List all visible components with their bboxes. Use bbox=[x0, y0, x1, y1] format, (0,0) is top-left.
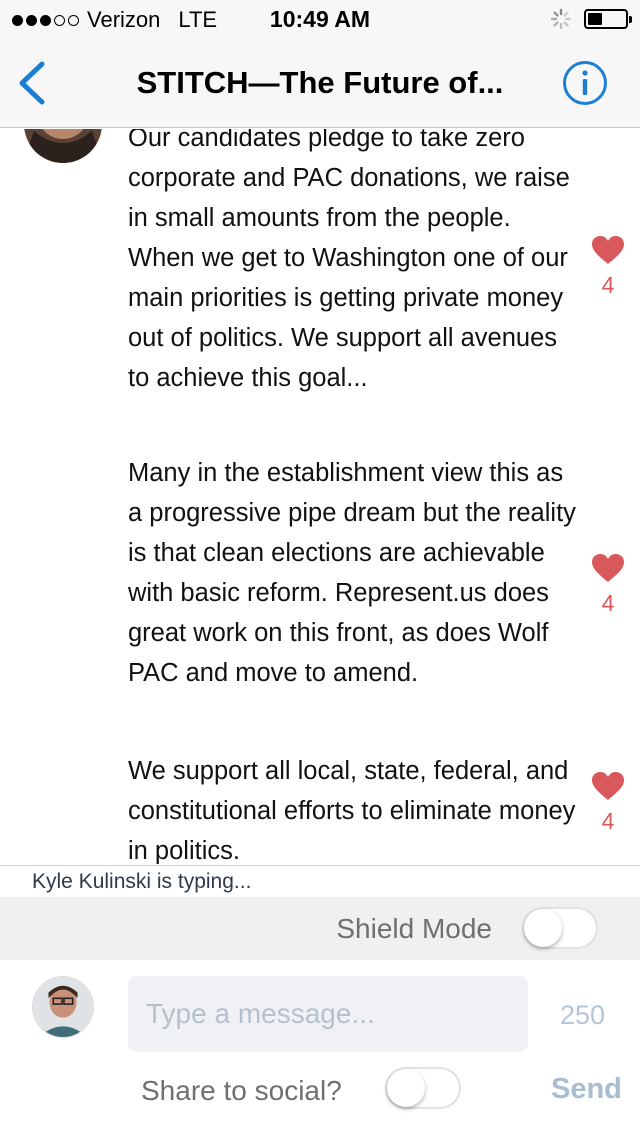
message-list[interactable]: Our candidates pledge to take zero corpo… bbox=[0, 129, 640, 864]
heart-icon bbox=[592, 236, 624, 264]
like-button-3[interactable]: 4 bbox=[590, 771, 626, 835]
typing-indicator: Kyle Kulinski is typing... bbox=[32, 870, 252, 893]
message-input[interactable] bbox=[128, 976, 528, 1052]
send-button[interactable]: Send bbox=[551, 1073, 622, 1106]
message-composer: 250 Share to social? Send bbox=[0, 960, 640, 1136]
user-avatar[interactable] bbox=[32, 976, 94, 1038]
shield-mode-row: Shield Mode bbox=[0, 897, 640, 960]
heart-icon bbox=[592, 772, 624, 800]
character-count: 250 bbox=[560, 1000, 606, 1030]
battery-icon bbox=[584, 9, 632, 29]
like-count-3: 4 bbox=[601, 808, 615, 834]
activity-spinner-icon bbox=[550, 8, 572, 30]
toggle-knob bbox=[387, 1069, 425, 1107]
like-count-1: 4 bbox=[601, 272, 615, 298]
message-3: We support all local, state, federal, an… bbox=[128, 757, 576, 864]
message-2: Many in the establishment view this as a… bbox=[128, 459, 576, 687]
shield-mode-label: Shield Mode bbox=[336, 913, 492, 944]
like-button-1[interactable]: 4 bbox=[590, 235, 626, 299]
typing-indicator-bar: Kyle Kulinski is typing... bbox=[0, 865, 640, 897]
message-1: Our candidates pledge to take zero corpo… bbox=[128, 129, 570, 392]
conversation-title: STITCH—The Future of... bbox=[136, 65, 504, 100]
like-button-2[interactable]: 4 bbox=[590, 553, 626, 617]
sender-avatar[interactable] bbox=[20, 129, 106, 163]
heart-icon bbox=[592, 554, 624, 582]
battery-fill bbox=[588, 13, 602, 25]
shield-mode-toggle[interactable] bbox=[522, 907, 598, 949]
share-to-social-label: Share to social? bbox=[141, 1075, 342, 1106]
back-chevron-icon[interactable] bbox=[12, 60, 52, 106]
info-icon[interactable] bbox=[562, 60, 608, 106]
navigation-bar: STITCH—The Future of... bbox=[0, 40, 640, 128]
status-bar: Verizon LTE 10:49 AM bbox=[0, 0, 640, 40]
like-count-2: 4 bbox=[601, 590, 615, 616]
toggle-knob bbox=[524, 909, 562, 947]
status-time: 10:49 AM bbox=[269, 6, 371, 32]
status-right bbox=[550, 8, 632, 30]
share-to-social-toggle[interactable] bbox=[385, 1067, 461, 1109]
